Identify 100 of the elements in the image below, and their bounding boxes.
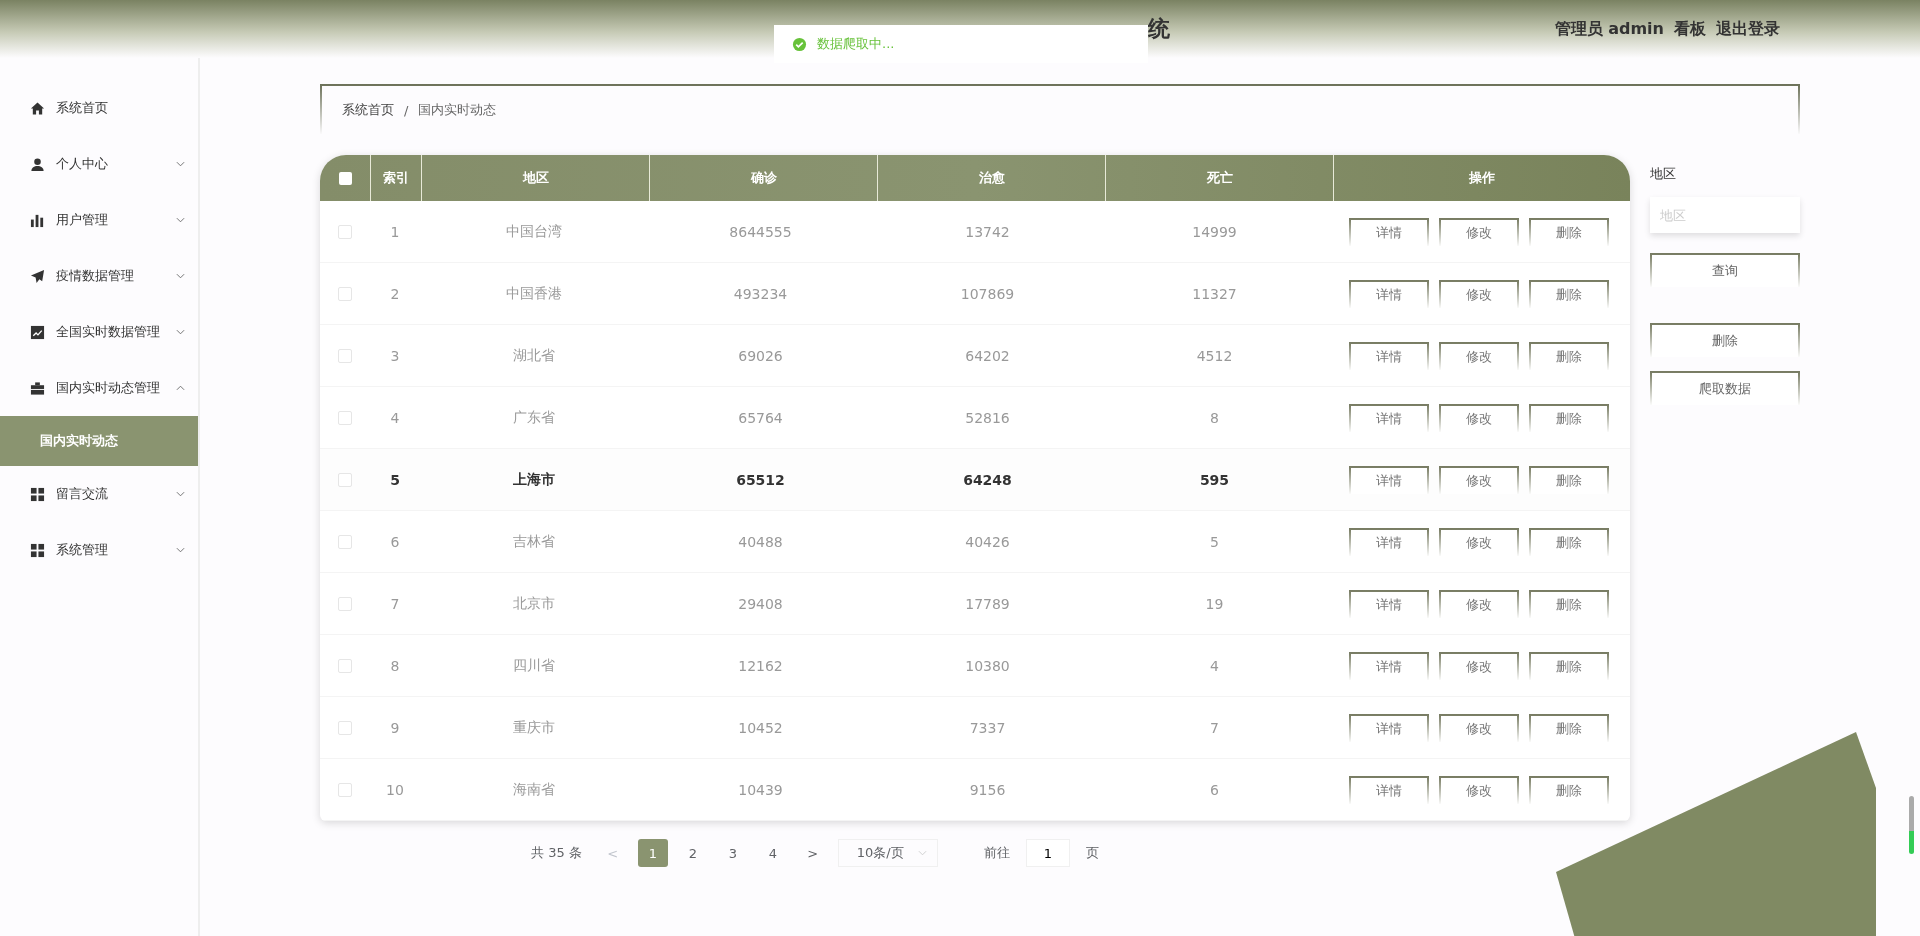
breadcrumb-item[interactable]: 系统首页 (342, 101, 394, 119)
action-button[interactable]: 删除 (1529, 279, 1609, 308)
menu-item[interactable]: 个人中心 (0, 136, 198, 192)
page-button[interactable]: 3 (717, 839, 748, 867)
table-cell: 湖北省 (512, 346, 555, 365)
row-checkbox[interactable] (338, 224, 352, 239)
goto-page-field[interactable]: 1 (1025, 839, 1070, 867)
table-cell: 1 (390, 223, 400, 240)
table-cell: 13742 (965, 223, 1010, 240)
submenu-item[interactable]: 国内实时动态 (0, 416, 198, 466)
toast-text: 数据爬取中... (817, 35, 895, 53)
action-button[interactable]: 详情 (1349, 279, 1429, 308)
column-header: 操作 (1468, 169, 1496, 187)
page-button[interactable]: 1 (637, 839, 668, 867)
action-button[interactable]: 删除 (1529, 775, 1609, 804)
action-button[interactable]: 详情 (1349, 651, 1429, 680)
action-button[interactable]: 修改 (1439, 279, 1519, 308)
select-all-checkbox[interactable] (338, 171, 352, 185)
table-cell: 10439 (738, 781, 783, 798)
menu-label: 留言交流 (56, 485, 109, 503)
panel-button[interactable]: 爬取数据 (1650, 371, 1800, 405)
next-page-button[interactable]: > (797, 839, 828, 867)
menu-item[interactable]: 用户管理 (0, 192, 198, 248)
row-checkbox[interactable] (338, 782, 352, 797)
panel-button[interactable]: 删除 (1650, 323, 1800, 357)
home-icon (30, 100, 45, 116)
action-button[interactable]: 修改 (1439, 403, 1519, 432)
page-button[interactable]: 2 (677, 839, 708, 867)
table-cell: 40488 (738, 533, 783, 550)
check-circle-icon (792, 36, 807, 52)
action-button[interactable]: 删除 (1529, 403, 1609, 432)
menu-item[interactable]: 系统首页 (0, 80, 198, 136)
action-button[interactable]: 修改 (1439, 589, 1519, 618)
action-button[interactable]: 删除 (1529, 527, 1609, 556)
row-checkbox[interactable] (338, 410, 352, 425)
table-cell: 40426 (965, 533, 1010, 550)
row-checkbox[interactable] (338, 286, 352, 301)
page-size-select[interactable]: 10条/页 (837, 839, 938, 867)
action-button[interactable]: 修改 (1439, 217, 1519, 246)
column-header: 治愈 (878, 155, 1106, 201)
row-checkbox[interactable] (338, 596, 352, 611)
column-header: 死亡 (1106, 155, 1334, 201)
table-cell: 2 (390, 285, 400, 302)
action-button[interactable]: 修改 (1439, 713, 1519, 742)
chevron-down-icon (176, 329, 185, 335)
action-button[interactable]: 删除 (1529, 589, 1609, 618)
action-button[interactable]: 删除 (1529, 217, 1609, 246)
table-cell: 10 (386, 781, 404, 798)
action-button[interactable]: 详情 (1349, 341, 1429, 370)
scrollbar[interactable] (1909, 796, 1914, 854)
table-cell: 5 (390, 471, 400, 488)
action-button[interactable]: 详情 (1349, 465, 1429, 494)
action-button[interactable]: 删除 (1529, 465, 1609, 494)
panel-button[interactable]: 查询 (1650, 253, 1800, 287)
menu-label: 全国实时数据管理 (56, 323, 161, 341)
grid-icon (30, 486, 45, 502)
chevron-down-icon (176, 547, 185, 553)
header-link[interactable]: 看板 (1674, 18, 1706, 40)
action-button[interactable]: 删除 (1529, 713, 1609, 742)
table-cell: 14999 (1192, 223, 1237, 240)
menu-item[interactable]: 疫情数据管理 (0, 248, 198, 304)
action-button[interactable]: 详情 (1349, 403, 1429, 432)
grid-icon (30, 542, 45, 558)
action-button[interactable]: 详情 (1349, 589, 1429, 618)
menu-item[interactable]: 留言交流 (0, 466, 198, 522)
field-label: 地区 (1650, 165, 1677, 183)
menu-item[interactable]: 国内实时动态管理 (0, 360, 198, 416)
menu-item[interactable]: 全国实时数据管理 (0, 304, 198, 360)
action-button[interactable]: 修改 (1439, 527, 1519, 556)
action-button[interactable]: 修改 (1439, 465, 1519, 494)
action-button[interactable]: 修改 (1439, 651, 1519, 680)
table-cell: 8644555 (729, 223, 792, 240)
table-cell: 12162 (738, 657, 783, 674)
table-cell: 4 (1210, 657, 1219, 674)
row-checkbox[interactable] (338, 534, 352, 549)
row-checkbox[interactable] (338, 348, 352, 363)
column-header: 索引 (371, 155, 422, 201)
action-button[interactable]: 删除 (1529, 341, 1609, 370)
menu-label: 系统管理 (56, 541, 109, 559)
action-button[interactable]: 详情 (1349, 527, 1429, 556)
action-button[interactable]: 修改 (1439, 341, 1519, 370)
action-button[interactable]: 详情 (1349, 713, 1429, 742)
paper-plane-icon (30, 268, 45, 284)
chevron-up-icon (176, 385, 185, 391)
action-button[interactable]: 删除 (1529, 651, 1609, 680)
menu-item[interactable]: 系统管理 (0, 522, 198, 578)
header-link[interactable]: 退出登录 (1716, 18, 1780, 40)
user-icon (30, 156, 45, 172)
action-button[interactable]: 详情 (1349, 775, 1429, 804)
action-button[interactable]: 修改 (1439, 775, 1519, 804)
table-cell: 11327 (1192, 285, 1237, 302)
table-cell: 海南省 (512, 780, 555, 799)
chevron-down-icon (176, 161, 185, 167)
table-cell: 595 (1199, 471, 1230, 488)
table-cell: 19 (1205, 595, 1224, 612)
row-checkbox[interactable] (338, 472, 352, 487)
row-checkbox[interactable] (338, 720, 352, 735)
action-button[interactable]: 详情 (1349, 217, 1429, 246)
page-button[interactable]: 4 (757, 839, 788, 867)
row-checkbox[interactable] (338, 658, 352, 673)
